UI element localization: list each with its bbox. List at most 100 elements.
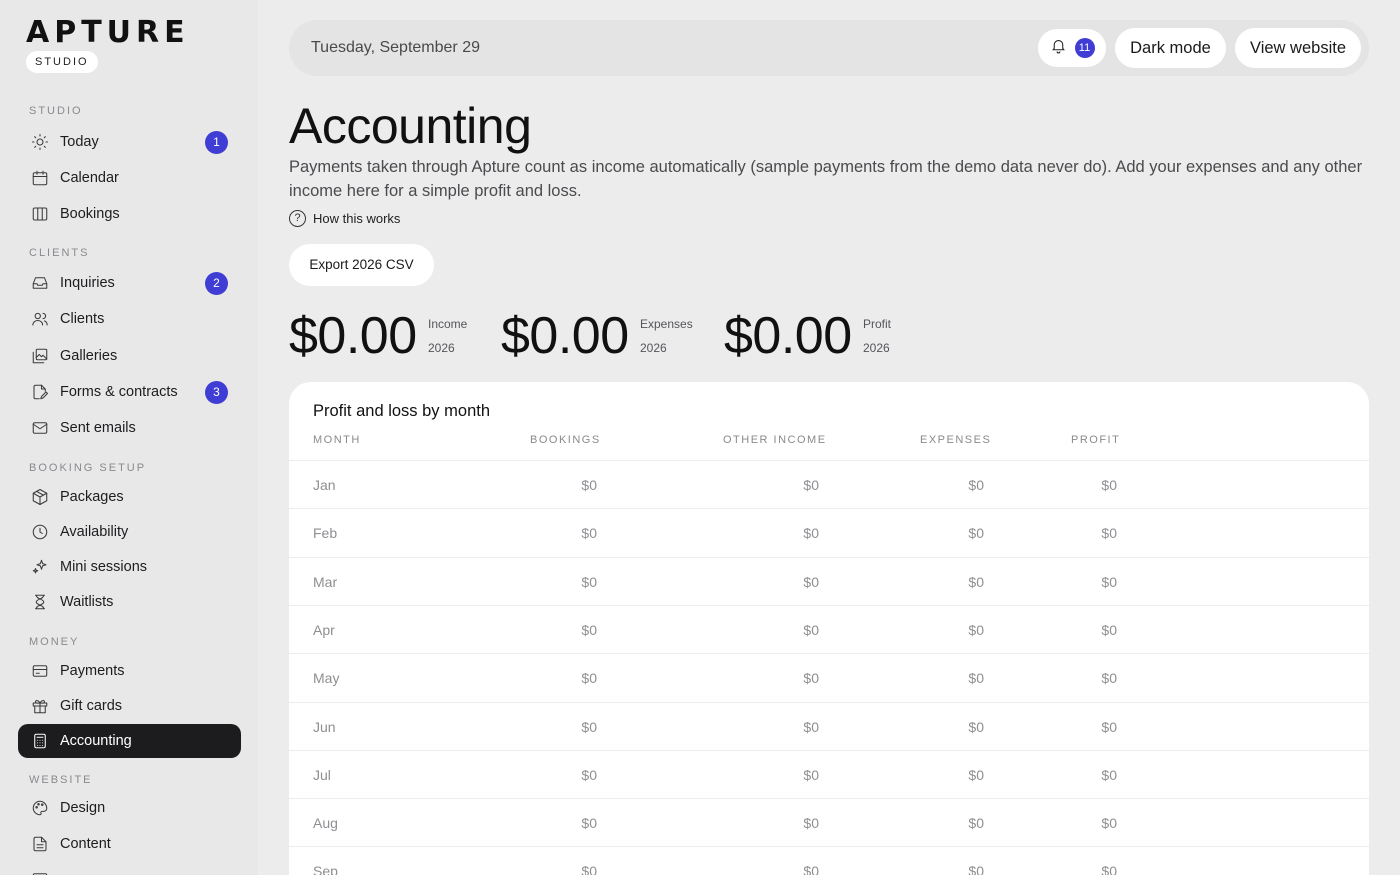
section-label-studio: STUDIO (29, 105, 83, 117)
cell-month: Jul (313, 766, 331, 783)
cell-profit: $0 (1101, 718, 1117, 735)
sidebar-item-content[interactable]: Content (18, 827, 241, 861)
cell-other-income: $0 (803, 815, 819, 832)
window-icon (30, 870, 49, 875)
sidebar-item-label: Accounting (60, 733, 132, 749)
sidebar-item-clients[interactable]: Clients (18, 302, 241, 336)
column-header-month: MONTH (313, 434, 361, 446)
bell-icon (1050, 37, 1067, 59)
document-pen-icon (30, 383, 49, 402)
sidebar-item-payments[interactable]: Payments (18, 654, 241, 688)
view-website-button[interactable]: View website (1235, 28, 1361, 68)
sidebar-item-accounting[interactable]: Accounting (18, 724, 241, 758)
cell-bookings: $0 (581, 525, 597, 542)
column-header-bookings: BOOKINGS (530, 434, 601, 446)
top-bar: Tuesday, September 29 11 Dark mode View … (289, 20, 1369, 76)
apture-logo[interactable]: APTURE (26, 18, 190, 48)
current-date: Tuesday, September 29 (311, 39, 480, 56)
income-year: 2026 (428, 341, 455, 355)
expenses-year: 2026 (640, 341, 667, 355)
cell-other-income: $0 (803, 477, 819, 493)
cell-month: Apr (313, 621, 335, 638)
how-this-works-label: How this works (313, 211, 401, 226)
sidebar-item-label: Clients (60, 311, 105, 327)
document-text-icon (30, 835, 49, 854)
sidebar-item-calendar[interactable]: Calendar (18, 161, 241, 195)
cell-month: Aug (313, 815, 338, 832)
cell-profit: $0 (1101, 573, 1117, 590)
sidebar-item-label: Galleries (60, 348, 118, 364)
cell-expenses: $0 (968, 573, 984, 590)
column-header-profit: PROFIT (1071, 434, 1121, 446)
cell-other-income: $0 (803, 621, 819, 638)
sidebar-item-label: Calendar (60, 170, 119, 186)
cell-other-income: $0 (803, 718, 819, 735)
cell-expenses: $0 (968, 815, 984, 832)
studio-pill: STUDIO (26, 51, 98, 73)
cell-bookings: $0 (581, 621, 597, 638)
inbox-icon (30, 274, 49, 293)
notifications-button[interactable]: 11 (1038, 29, 1106, 67)
calendar-icon (30, 169, 49, 188)
dark-mode-button[interactable]: Dark mode (1115, 28, 1226, 68)
sidebar-item-sent-emails[interactable]: Sent emails (18, 411, 241, 445)
cell-month: Jun (313, 718, 336, 735)
cell-expenses: $0 (968, 670, 984, 687)
page-title: Accounting (289, 98, 532, 154)
forms-badge: 3 (205, 381, 228, 404)
cell-other-income: $0 (803, 670, 819, 687)
sidebar-item-forms-contracts[interactable]: Forms & contracts 3 (18, 375, 241, 409)
sidebar-item-mini-sessions[interactable]: Mini sessions (18, 550, 241, 584)
sidebar-item-label: Waitlists (60, 594, 114, 610)
sidebar-item-label: Content (60, 836, 111, 852)
profit-label: Profit (863, 317, 892, 331)
sidebar-item-partial[interactable] (18, 862, 241, 875)
sidebar-item-packages[interactable]: Packages (18, 480, 241, 514)
sun-icon (30, 133, 49, 152)
cell-profit: $0 (1101, 815, 1117, 832)
expenses-label: Expenses (640, 317, 693, 331)
cell-other-income: $0 (803, 863, 819, 875)
gift-icon (30, 697, 49, 716)
cell-month: Jan (313, 477, 336, 493)
package-icon (30, 488, 49, 507)
hourglass-icon (30, 593, 49, 612)
cell-bookings: $0 (581, 815, 597, 832)
how-this-works-link[interactable]: ? How this works (289, 210, 400, 227)
table-row: May $0 $0 $0 $0 (289, 653, 1369, 701)
cell-bookings: $0 (581, 766, 597, 783)
sidebar-item-waitlists[interactable]: Waitlists (18, 585, 241, 619)
table-row: Jan $0 $0 $0 $0 (289, 460, 1369, 508)
sidebar-item-galleries[interactable]: Galleries (18, 339, 241, 373)
sidebar-item-label: Availability (60, 524, 129, 540)
sidebar-item-inquiries[interactable]: Inquiries 2 (18, 266, 241, 300)
credit-card-icon (30, 662, 49, 681)
profit-loss-card: Profit and loss by month MONTH BOOKINGS … (289, 382, 1369, 875)
cell-other-income: $0 (803, 766, 819, 783)
calculator-icon (30, 732, 49, 751)
sidebar-item-label: Inquiries (60, 275, 115, 291)
table-row: Jun $0 $0 $0 $0 (289, 701, 1369, 750)
sidebar-item-gift-cards[interactable]: Gift cards (18, 689, 241, 723)
sidebar-item-label: Gift cards (60, 698, 123, 714)
sidebar-item-design[interactable]: Design (18, 791, 241, 825)
sparkles-icon (30, 558, 49, 577)
sidebar-item-bookings[interactable]: Bookings (18, 197, 241, 231)
cell-bookings: $0 (581, 718, 597, 735)
table-row: Feb $0 $0 $0 $0 (289, 508, 1369, 556)
table-title: Profit and loss by month (313, 402, 491, 420)
profit-amount: $0.00 (724, 307, 852, 365)
cell-bookings: $0 (581, 477, 597, 493)
cell-expenses: $0 (968, 477, 984, 493)
cell-expenses: $0 (968, 766, 984, 783)
cell-profit: $0 (1101, 621, 1117, 638)
expenses-amount: $0.00 (501, 307, 629, 365)
cell-profit: $0 (1101, 525, 1117, 542)
expenses-stat: $0.00 Expenses 2026 (501, 308, 701, 364)
cell-profit: $0 (1101, 766, 1117, 783)
sidebar-item-today[interactable]: Today 1 (18, 125, 241, 159)
export-csv-button[interactable]: Export 2026 CSV (289, 244, 434, 286)
sidebar-item-availability[interactable]: Availability (18, 515, 241, 549)
sidebar-item-label: Design (60, 800, 106, 816)
table-row: Aug $0 $0 $0 $0 (289, 798, 1369, 846)
